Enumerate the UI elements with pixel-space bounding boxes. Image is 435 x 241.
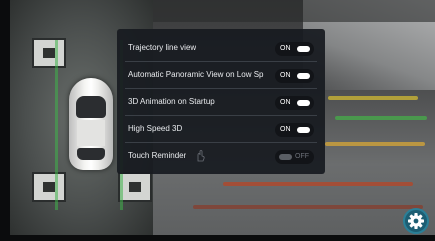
- ground-marker: [32, 38, 66, 68]
- vehicle-model: [69, 78, 113, 170]
- rear-window: [77, 148, 105, 160]
- touch-reminder-toggle[interactable]: OFF: [275, 150, 314, 164]
- guide-line-red-far: [193, 205, 423, 209]
- toggle-knob: [279, 154, 292, 160]
- display-settings-dialog: Trajectory line view ON Automatic Panora…: [117, 29, 325, 174]
- 3d-animation-toggle[interactable]: ON: [275, 96, 314, 110]
- ground-marker: [32, 172, 66, 202]
- setting-row-high-speed-3d[interactable]: High Speed 3D ON: [117, 117, 325, 143]
- divider: [125, 115, 317, 116]
- toggle-state: ON: [280, 72, 291, 79]
- auto-panoramic-toggle[interactable]: ON: [275, 69, 314, 83]
- setting-label: Trajectory line view: [128, 43, 197, 52]
- divider: [125, 142, 317, 143]
- toggle-state: ON: [280, 45, 291, 52]
- settings-button[interactable]: [403, 208, 429, 234]
- camera-structure: [153, 0, 435, 22]
- setting-label: Touch Reminder: [128, 151, 187, 160]
- setting-label: Automatic Panoramic View on Low Sp: [128, 70, 264, 79]
- setting-row-auto-panoramic[interactable]: Automatic Panoramic View on Low Sp ON: [117, 63, 325, 89]
- windshield: [76, 96, 106, 118]
- gear-icon: [408, 213, 424, 229]
- guide-line-orange: [325, 142, 425, 146]
- car-roof: [77, 120, 105, 146]
- setting-label: 3D Animation on Startup: [128, 97, 215, 106]
- setting-row-trajectory[interactable]: Trajectory line view ON: [117, 36, 325, 62]
- toggle-state: ON: [280, 126, 291, 133]
- screen: Trajectory line view ON Automatic Panora…: [0, 0, 435, 241]
- high-speed-3d-toggle[interactable]: ON: [275, 123, 314, 137]
- lane-line-left: [55, 40, 58, 210]
- toggle-knob: [297, 73, 310, 79]
- setting-row-touch-reminder[interactable]: Touch Reminder OFF: [117, 144, 325, 170]
- guide-line-red: [223, 182, 413, 186]
- toggle-state: ON: [280, 99, 291, 106]
- setting-label: High Speed 3D: [128, 124, 183, 133]
- hand-icon: [197, 150, 205, 162]
- setting-row-3d-animation[interactable]: 3D Animation on Startup ON: [117, 90, 325, 116]
- trajectory-toggle[interactable]: ON: [275, 42, 314, 56]
- ground-marker: [118, 172, 152, 202]
- guide-line-green: [335, 116, 427, 120]
- divider: [125, 88, 317, 89]
- toggle-state: OFF: [295, 153, 309, 160]
- divider: [125, 61, 317, 62]
- toggle-knob: [297, 100, 310, 106]
- guide-line-yellow: [328, 96, 418, 100]
- toggle-knob: [297, 46, 310, 52]
- toggle-knob: [297, 127, 310, 133]
